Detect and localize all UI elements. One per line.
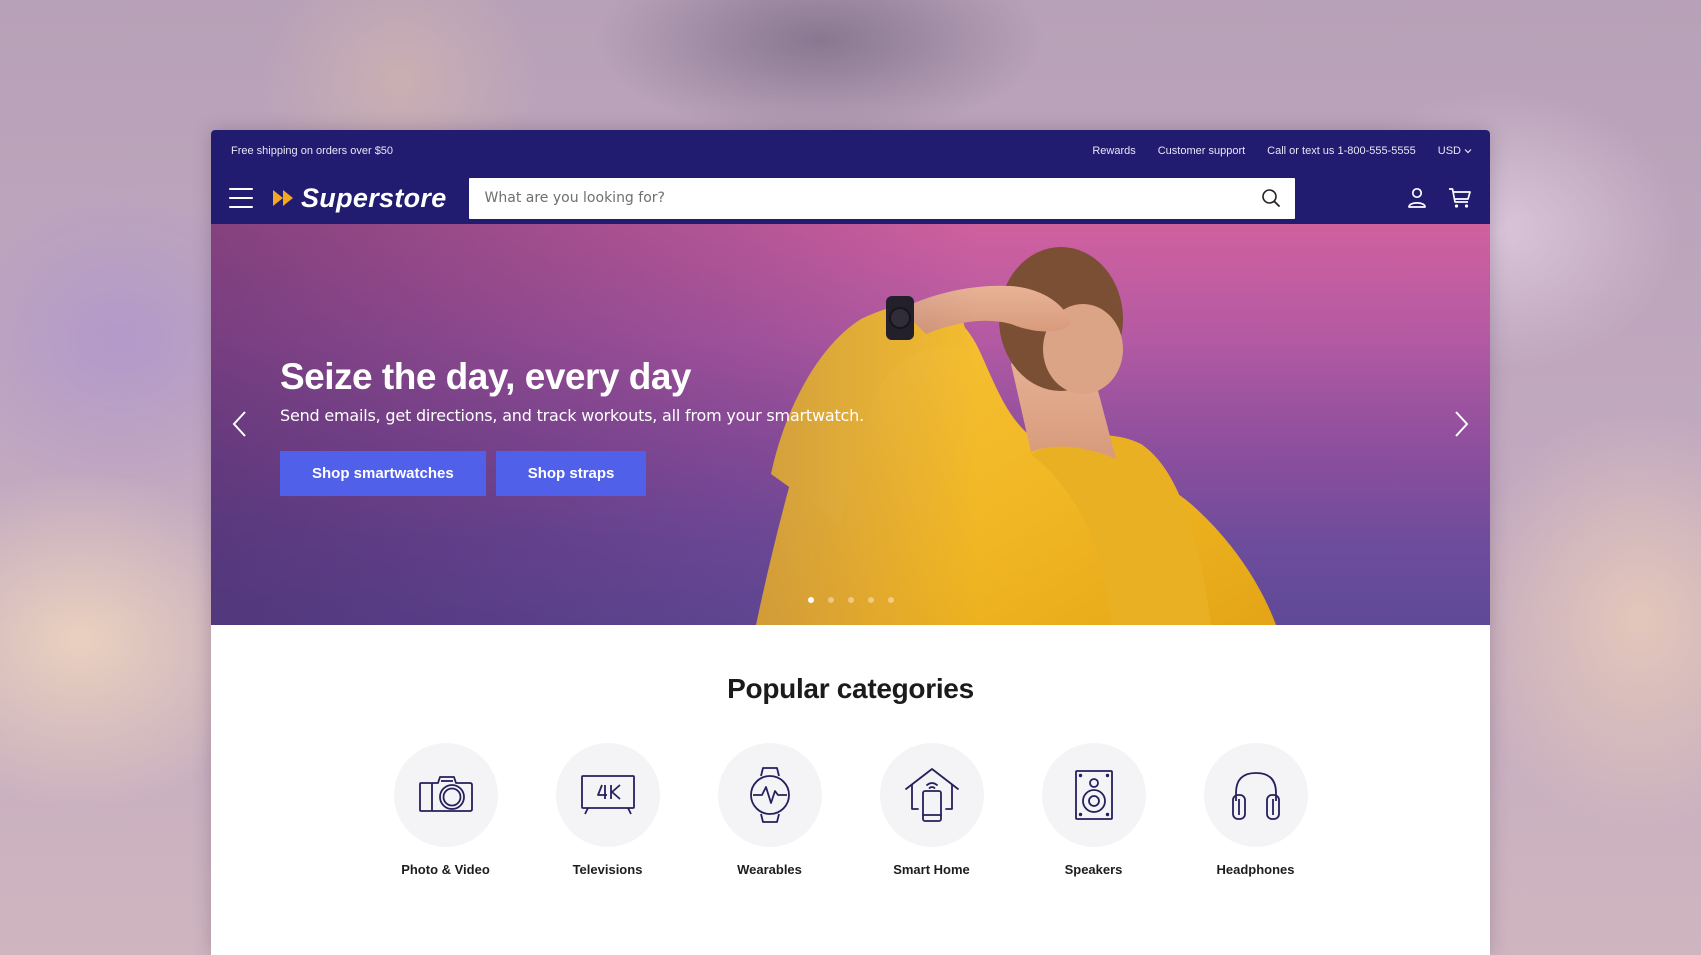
category-televisions[interactable]: Televisions xyxy=(555,743,660,877)
category-smart-home[interactable]: Smart Home xyxy=(879,743,984,877)
slide-dot[interactable] xyxy=(888,597,894,603)
category-label: Televisions xyxy=(572,862,643,877)
section-title: Popular categories xyxy=(727,673,974,704)
menu-icon[interactable] xyxy=(229,186,253,210)
category-speakers[interactable]: Speakers xyxy=(1041,743,1146,877)
chevron-right-icon[interactable] xyxy=(1449,406,1473,442)
slide-dot[interactable] xyxy=(848,597,854,603)
hero-buttons: Shop smartwatches Shop straps xyxy=(280,451,864,496)
category-photo-video[interactable]: Photo & Video xyxy=(393,743,498,877)
popular-categories-section: Popular categories Photo & Video Televis… xyxy=(211,625,1490,877)
shop-smartwatches-button[interactable]: Shop smartwatches xyxy=(280,451,486,496)
storefront-page: Free shipping on orders over $50 Rewards… xyxy=(211,130,1490,955)
smart-home-icon xyxy=(904,768,959,822)
chevron-down-icon xyxy=(1464,149,1472,154)
search-icon[interactable] xyxy=(1261,188,1281,208)
category-icon-circle xyxy=(717,743,822,847)
camera-icon xyxy=(418,776,473,812)
logo[interactable]: Superstore xyxy=(273,183,447,214)
search-bar xyxy=(468,177,1295,219)
logo-fast-forward-icon xyxy=(273,190,293,206)
category-icon-circle xyxy=(393,743,498,847)
currency-value: USD xyxy=(1437,145,1461,157)
hero-content: Seize the day, every day Send emails, ge… xyxy=(280,356,864,496)
category-wearables[interactable]: Wearables xyxy=(717,743,822,877)
category-icon-circle xyxy=(1041,743,1146,847)
smartwatch-icon xyxy=(749,767,790,823)
phone-contact-link[interactable]: Call or text us 1-800-555-5555 xyxy=(1267,145,1416,157)
announcement-bar: Free shipping on orders over $50 Rewards… xyxy=(211,130,1490,172)
hero-slideshow: Seize the day, every day Send emails, ge… xyxy=(211,224,1490,625)
shop-straps-button[interactable]: Shop straps xyxy=(495,451,647,496)
slide-dot[interactable] xyxy=(828,597,834,603)
shipping-promo: Free shipping on orders over $50 xyxy=(231,145,394,157)
hero-title: Seize the day, every day xyxy=(280,356,691,397)
header-actions xyxy=(1406,172,1472,224)
chevron-left-icon[interactable] xyxy=(228,406,252,442)
cart-icon[interactable] xyxy=(1448,187,1472,209)
account-icon[interactable] xyxy=(1406,187,1428,209)
category-icon-circle xyxy=(555,743,660,847)
category-icon-circle xyxy=(1203,743,1308,847)
category-label: Speakers xyxy=(1064,862,1123,877)
logo-text: Superstore xyxy=(301,182,447,213)
category-label: Wearables xyxy=(737,862,802,877)
slide-indicators xyxy=(808,597,894,603)
category-label: Photo & Video xyxy=(401,862,490,877)
customer-support-link[interactable]: Customer support xyxy=(1158,145,1245,157)
rewards-link[interactable]: Rewards xyxy=(1092,145,1135,157)
category-label: Smart Home xyxy=(893,862,970,877)
main-header: Superstore xyxy=(211,172,1490,224)
category-list: Photo & Video Televisions Wearables Smar… xyxy=(211,743,1490,877)
category-icon-circle xyxy=(879,743,984,847)
category-headphones[interactable]: Headphones xyxy=(1203,743,1308,877)
search-input[interactable] xyxy=(482,189,1261,207)
tv-4k-icon xyxy=(580,775,635,815)
speaker-icon xyxy=(1074,770,1113,820)
utility-links: Rewards Customer support Call or text us… xyxy=(1092,145,1472,157)
category-label: Headphones xyxy=(1216,862,1295,877)
slide-dot[interactable] xyxy=(808,597,814,603)
currency-selector[interactable]: USD xyxy=(1438,145,1472,157)
headphones-icon xyxy=(1231,772,1280,820)
slide-dot[interactable] xyxy=(868,597,874,603)
hero-subtitle: Send emails, get directions, and track w… xyxy=(280,406,864,425)
